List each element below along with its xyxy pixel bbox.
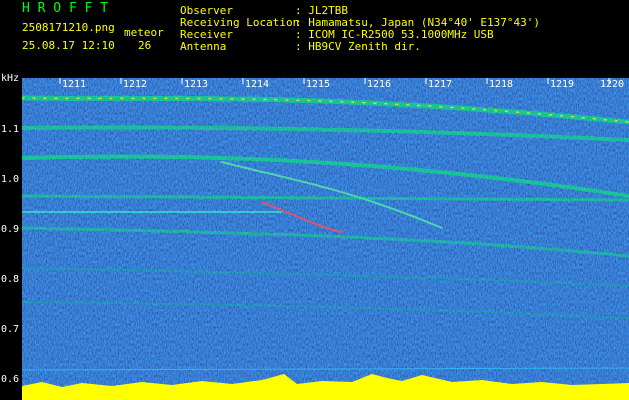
x-tick-label: 1211 xyxy=(62,79,87,90)
x-tick-label: 1218 xyxy=(489,79,514,90)
y-tick-label: 0.7 xyxy=(1,324,20,335)
filename: 2508171210.png xyxy=(22,21,115,34)
y-tick-label: 0.6 xyxy=(1,374,20,385)
y-tick-label: 1.0 xyxy=(1,174,20,185)
y-tick-label: 1.1 xyxy=(1,124,20,135)
x-tick-label: 1217 xyxy=(428,79,453,90)
x-tick-label: 1214 xyxy=(245,79,270,90)
y-axis-labels: 1.1 1.0 0.9 0.8 0.7 0.6 xyxy=(0,78,22,400)
header-panel: H R O F F T 2508171210.png meteor 25.08.… xyxy=(0,0,629,78)
app-title: H R O F F T xyxy=(22,1,109,16)
spectrogram xyxy=(22,78,629,400)
x-tick-label: 1215 xyxy=(306,79,331,90)
datetime: 25.08.17 12:10 xyxy=(22,39,115,52)
antenna-label: Antenna xyxy=(180,40,227,53)
y-tick-label: 0.8 xyxy=(1,274,20,285)
meteor-label: meteor xyxy=(124,26,164,39)
x-tick-label: 1213 xyxy=(184,79,209,90)
x-tick-label: 1212 xyxy=(123,79,148,90)
x-tick-label: 1220 xyxy=(600,79,625,90)
x-tick-label: 1219 xyxy=(550,79,575,90)
meteor-count: 26 xyxy=(138,39,152,52)
y-tick-label: 0.9 xyxy=(1,224,20,235)
x-tick-label: 1216 xyxy=(367,79,392,90)
antenna-value: : HB9CV Zenith dir. xyxy=(295,40,421,53)
